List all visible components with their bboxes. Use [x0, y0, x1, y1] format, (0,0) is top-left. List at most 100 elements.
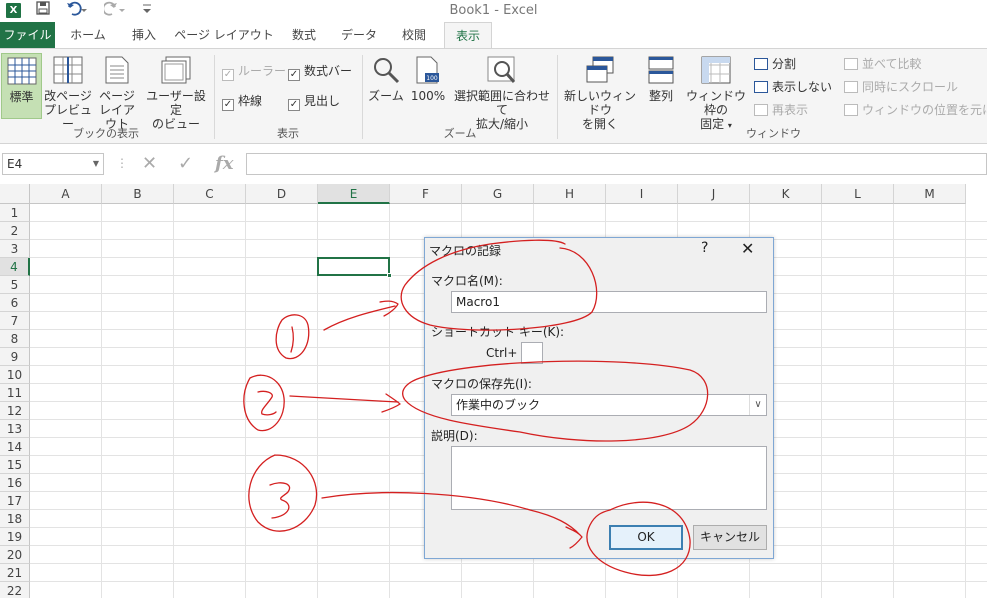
ok-button[interactable]: OK	[609, 525, 683, 550]
row-header-5[interactable]: 5	[0, 276, 30, 294]
store-macro-in-label: マクロの保存先(I):	[431, 377, 532, 391]
cancel-entry-icon[interactable]: ✕	[142, 153, 157, 174]
unhide-window-button[interactable]: 再表示	[754, 101, 808, 119]
row-header-7[interactable]: 7	[0, 312, 30, 330]
headings-checkbox[interactable]: ✓ 見出し	[288, 93, 340, 111]
close-icon[interactable]: ✕	[741, 239, 754, 258]
column-header-l[interactable]: L	[822, 184, 894, 204]
unhide-window-label: 再表示	[772, 103, 809, 117]
normal-view-button[interactable]: 標準	[1, 53, 42, 119]
row-header-21[interactable]: 21	[0, 564, 30, 582]
hide-window-button[interactable]: 表示しない	[754, 78, 832, 96]
column-header-j[interactable]: J	[678, 184, 750, 204]
side-by-side-label: 並べて比較	[862, 57, 922, 71]
row-header-17[interactable]: 17	[0, 492, 30, 510]
freeze-panes-button[interactable]: ウィンドウ枠の 固定 ▾	[682, 53, 750, 131]
tab-page-layout[interactable]: ページ レイアウト	[174, 22, 274, 48]
column-header-a[interactable]: A	[30, 184, 102, 204]
row-header-2[interactable]: 2	[0, 222, 30, 240]
zoom-100-button[interactable]: 100 100%	[408, 53, 448, 119]
column-header-g[interactable]: G	[462, 184, 534, 204]
group-label-window: ウィンドウ	[746, 127, 801, 140]
column-header-e[interactable]: E	[318, 184, 390, 204]
row-header-6[interactable]: 6	[0, 294, 30, 312]
row-header-3[interactable]: 3	[0, 240, 30, 258]
description-textarea[interactable]	[451, 446, 767, 510]
ruler-checkbox[interactable]: ✓ ルーラー	[222, 63, 287, 81]
page-break-preview-button[interactable]: 改ページ プレビュー	[44, 53, 92, 131]
store-macro-in-value: 作業中のブック	[456, 398, 541, 412]
row-header-13[interactable]: 13	[0, 420, 30, 438]
fill-handle[interactable]	[387, 273, 392, 278]
synchronous-scrolling-button[interactable]: 同時にスクロール	[844, 78, 958, 96]
column-header-c[interactable]: C	[174, 184, 246, 204]
column-header-f[interactable]: F	[390, 184, 462, 204]
custom-views-button[interactable]: ユーザー設定 のビュー	[142, 53, 210, 131]
new-window-icon	[560, 56, 640, 87]
split-icon	[754, 58, 768, 70]
column-header-d[interactable]: D	[246, 184, 318, 204]
gridline	[30, 221, 987, 222]
formula-bar-check-mark: ✓	[288, 69, 300, 81]
insert-function-icon[interactable]: fx	[215, 153, 233, 174]
page-layout-view-button[interactable]: ページ レイアウト	[94, 53, 140, 131]
gridline	[30, 563, 987, 564]
name-box[interactable]: E4 ▼	[2, 153, 104, 175]
row-header-18[interactable]: 18	[0, 510, 30, 528]
row-header-9[interactable]: 9	[0, 348, 30, 366]
zoom-to-selection-button[interactable]: 選択範囲に合わせて 拡大/縮小	[450, 53, 554, 131]
row-header-16[interactable]: 16	[0, 474, 30, 492]
tab-formulas[interactable]: 数式	[280, 22, 328, 48]
enter-check-icon[interactable]: ✓	[178, 153, 193, 174]
macro-name-input[interactable]: Macro1	[451, 291, 767, 313]
ctrl-label: Ctrl+	[486, 346, 518, 360]
row-header-14[interactable]: 14	[0, 438, 30, 456]
row-header-1[interactable]: 1	[0, 204, 30, 222]
tab-insert[interactable]: 挿入	[120, 22, 168, 48]
row-header-8[interactable]: 8	[0, 330, 30, 348]
new-window-button[interactable]: 新しいウィンドウ を開く	[560, 53, 640, 131]
reset-window-position-button[interactable]: ウィンドウの位置を元に戻す	[844, 101, 987, 119]
tab-review[interactable]: 校閲	[390, 22, 438, 48]
store-macro-in-select[interactable]: 作業中のブック ∨	[451, 394, 767, 416]
shortcut-key-input[interactable]	[521, 342, 543, 364]
row-header-10[interactable]: 10	[0, 366, 30, 384]
chevron-down-icon[interactable]: ∨	[749, 395, 766, 415]
page-break-preview-label-1: 改ページ	[44, 89, 92, 103]
row-header-15[interactable]: 15	[0, 456, 30, 474]
row-header-22[interactable]: 22	[0, 582, 30, 598]
custom-views-label-1: ユーザー設定	[146, 89, 206, 117]
select-all-corner[interactable]	[0, 184, 30, 204]
tab-file[interactable]: ファイル	[0, 22, 55, 48]
zoom-button[interactable]: ズーム	[366, 53, 406, 119]
formula-input[interactable]	[246, 153, 987, 175]
active-cell[interactable]	[317, 257, 392, 278]
row-header-20[interactable]: 20	[0, 546, 30, 564]
formula-bar-checkbox[interactable]: ✓ 数式バー	[288, 63, 352, 81]
tab-home[interactable]: ホーム	[62, 22, 114, 48]
hide-window-icon	[754, 81, 768, 93]
column-header-m[interactable]: M	[894, 184, 966, 204]
cancel-button[interactable]: キャンセル	[693, 525, 767, 550]
group-separator	[214, 55, 215, 139]
row-header-19[interactable]: 19	[0, 528, 30, 546]
column-header-k[interactable]: K	[750, 184, 822, 204]
split-button[interactable]: 分割	[754, 55, 796, 73]
row-header-12[interactable]: 12	[0, 402, 30, 420]
normal-view-label: 標準	[9, 90, 34, 104]
row-header-11[interactable]: 11	[0, 384, 30, 402]
side-by-side-icon	[844, 58, 858, 70]
zoom-to-selection-icon	[450, 56, 554, 87]
help-icon[interactable]: ?	[701, 240, 708, 256]
column-header-i[interactable]: I	[606, 184, 678, 204]
ruler-label: ルーラー	[238, 64, 287, 78]
tab-data[interactable]: データ	[334, 22, 384, 48]
view-side-by-side-button[interactable]: 並べて比較	[844, 55, 922, 73]
tab-view[interactable]: 表示	[444, 22, 492, 49]
column-header-h[interactable]: H	[534, 184, 606, 204]
row-header-4[interactable]: 4	[0, 258, 30, 276]
column-header-b[interactable]: B	[102, 184, 174, 204]
arrange-all-button[interactable]: 整列	[642, 53, 680, 119]
gridlines-checkbox[interactable]: ✓ 枠線	[222, 93, 262, 111]
chevron-down-icon[interactable]: ▼	[93, 154, 99, 174]
